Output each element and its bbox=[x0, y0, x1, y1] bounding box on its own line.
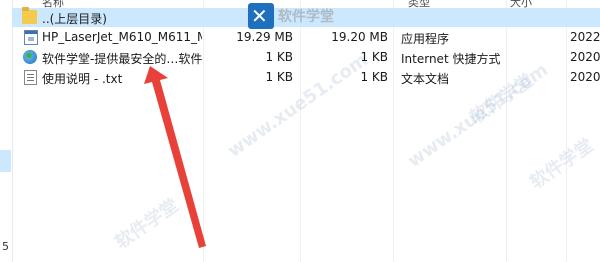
nav-mark: 5 bbox=[2, 240, 9, 253]
list-item[interactable]: 使用说明 - .txt 1 KB 1 KB 文本文档 2020- bbox=[12, 68, 600, 87]
globe-icon bbox=[23, 50, 37, 64]
text-file-icon bbox=[24, 70, 37, 85]
file-size: 1 KB bbox=[360, 70, 388, 84]
file-name[interactable]: 使用说明 - .txt bbox=[42, 70, 202, 87]
file-type: Internet 快捷方式 bbox=[401, 52, 501, 66]
watermark-logo-text: 软件学堂 bbox=[526, 134, 598, 194]
column-name-header[interactable]: 名称 bbox=[42, 0, 64, 9]
exe-icon bbox=[24, 30, 38, 45]
file-date: 2020- bbox=[570, 70, 600, 84]
logo-mark-icon: ✕ bbox=[251, 4, 268, 28]
watermark-logo-text: 软件学堂 bbox=[111, 194, 183, 254]
list-item[interactable]: 软件学堂-提供最安全的…软件… 1 KB 1 KB Internet 快捷方式 … bbox=[12, 48, 600, 67]
file-date: 2022- bbox=[570, 30, 600, 44]
file-type: 文本文档 bbox=[401, 72, 450, 86]
file-name[interactable]: HP_LaserJet_M610_M611_M... bbox=[42, 30, 202, 44]
file-type: 应用程序 bbox=[401, 32, 450, 46]
folder-icon bbox=[22, 7, 37, 24]
list-item[interactable]: HP_LaserJet_M610_M611_M... 19.29 MB 19.2… bbox=[12, 28, 600, 47]
site-logo: ✕ bbox=[248, 3, 274, 29]
compressed-size: 1 KB bbox=[265, 50, 293, 64]
column-type-header[interactable]: 类型 bbox=[408, 0, 430, 9]
file-size: 19.20 MB bbox=[331, 30, 388, 44]
compressed-size: 19.29 MB bbox=[236, 30, 293, 44]
red-arrow-icon bbox=[144, 66, 206, 248]
nav-selection[interactable] bbox=[0, 150, 11, 172]
file-size: 1 KB bbox=[360, 50, 388, 64]
compressed-size: 1 KB bbox=[265, 70, 293, 84]
logo-text: 软件学堂 bbox=[278, 9, 334, 25]
column-size-header[interactable]: 大小 bbox=[510, 0, 532, 9]
file-name[interactable]: 软件学堂-提供最安全的…软件… bbox=[42, 50, 202, 67]
file-date: 2020- bbox=[570, 50, 600, 64]
file-name[interactable]: ..(上层目录) bbox=[42, 10, 242, 27]
